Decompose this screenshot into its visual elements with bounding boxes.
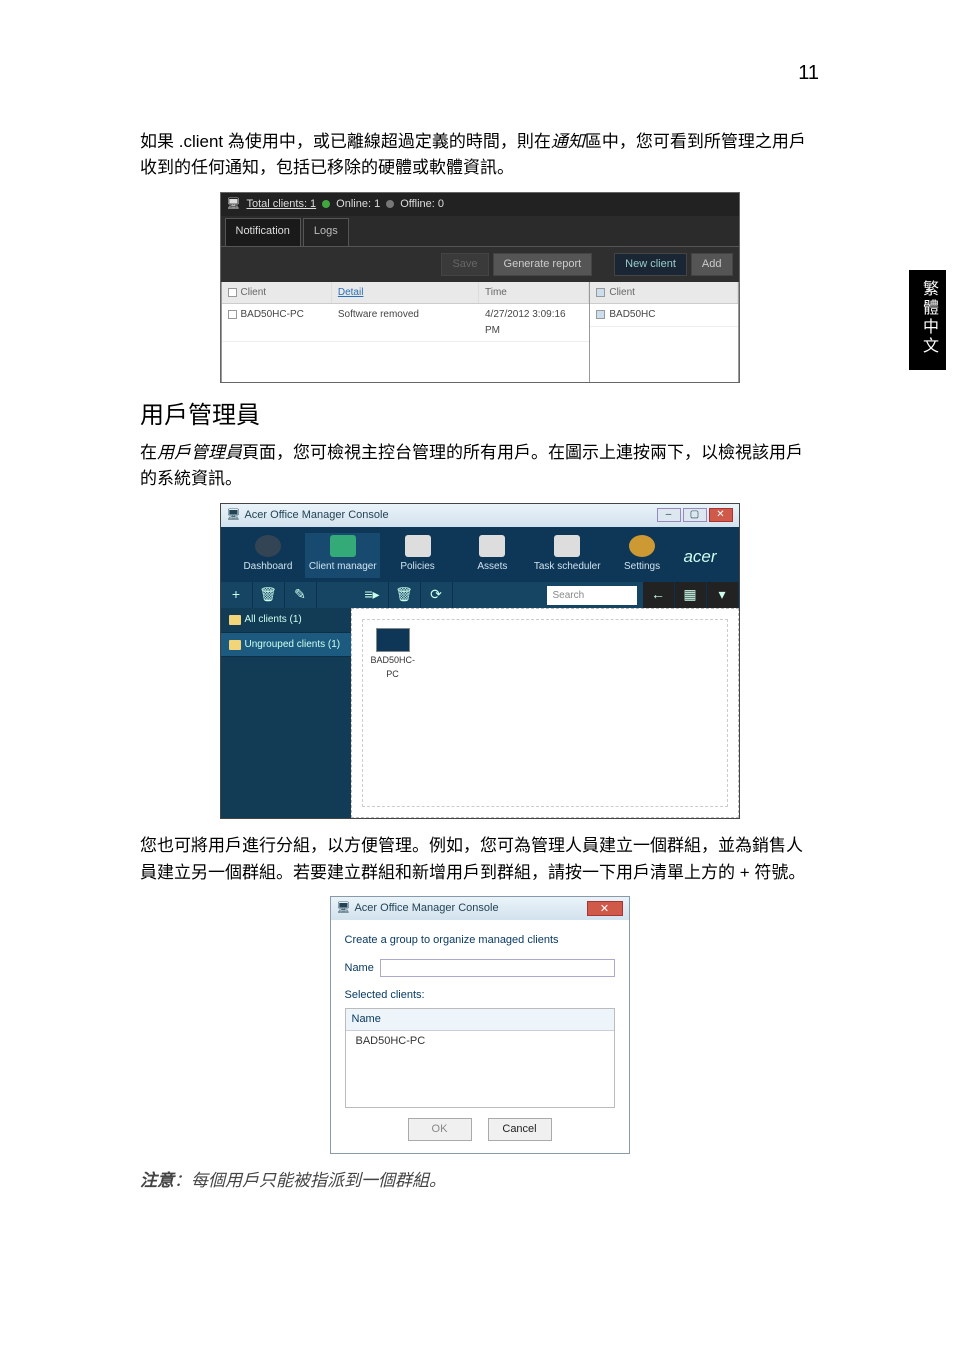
note-lead: 注意: [140, 1171, 174, 1190]
new-client-button[interactable]: New client: [614, 253, 687, 276]
side-row-checkbox[interactable]: [596, 310, 605, 319]
nav-tasksched-label: Task scheduler: [534, 561, 601, 572]
back-button[interactable]: ←: [643, 582, 675, 608]
nav-settings[interactable]: Settings: [605, 533, 680, 579]
col-detail[interactable]: Detail: [332, 282, 479, 304]
nav-assets-label: Assets: [477, 561, 507, 572]
add-group-button[interactable]: +: [221, 582, 253, 608]
app-icon: 🖥: [227, 507, 241, 524]
app-icon: 🖥: [337, 900, 351, 917]
row-detail: Software removed: [332, 304, 479, 341]
side-row-client: BAD50HC: [609, 309, 655, 320]
maximize-button[interactable]: ▢: [683, 508, 707, 522]
group-name-input[interactable]: [380, 959, 615, 977]
offline-dot-icon: [386, 200, 394, 208]
total-clients-link[interactable]: Total clients: 1: [246, 196, 316, 213]
list-item-name: BAD50HC-PC: [356, 1033, 426, 1050]
close-button[interactable]: ✕: [587, 901, 623, 916]
page-number: 11: [140, 58, 819, 89]
note-body: ：每個用戶只能被指派到一個群組。: [174, 1171, 446, 1190]
acer-logo: acer: [679, 544, 728, 578]
online-count: Online: 1: [336, 196, 380, 213]
tab-notification[interactable]: Notification: [225, 218, 301, 246]
search-input[interactable]: Search: [547, 586, 637, 606]
nav-dashboard-label: Dashboard: [243, 561, 292, 572]
dialog-heading: Create a group to organize managed clien…: [345, 932, 615, 949]
list-item[interactable]: BAD50HC-PC: [346, 1031, 614, 1052]
add-button[interactable]: Add: [691, 253, 733, 276]
col-time: Time: [479, 282, 589, 304]
monitor-icon: [376, 628, 410, 652]
dialog-title: Acer Office Manager Console: [354, 900, 498, 917]
sidebar-item-ungrouped[interactable]: Ungrouped clients (1): [221, 633, 351, 658]
para2-em: 用戶管理員: [157, 443, 242, 462]
nav-settings-label: Settings: [624, 561, 660, 572]
select-all-checkbox[interactable]: [228, 288, 237, 297]
screenshot-create-group-dialog: 🖥 Acer Office Manager Console ✕ Create a…: [330, 896, 630, 1154]
nav-assets[interactable]: Assets: [455, 533, 530, 579]
status-bar: 🖥 Total clients: 1 Online: 1 Offline: 0: [221, 193, 739, 216]
para1-em: 通知: [551, 132, 585, 151]
side-language-tab: 繁體中文: [909, 270, 946, 370]
minimize-button[interactable]: –: [657, 508, 681, 522]
folder-icon: [229, 615, 241, 625]
ok-button: OK: [408, 1118, 472, 1141]
list-col-name: Name: [352, 1013, 381, 1025]
nav-policies[interactable]: Policies: [380, 533, 455, 579]
nav-dashboard[interactable]: Dashboard: [231, 533, 306, 579]
screenshot-notification-panel: 🖥 Total clients: 1 Online: 1 Offline: 0 …: [220, 192, 740, 383]
tab-logs[interactable]: Logs: [303, 218, 349, 246]
close-button[interactable]: ✕: [709, 508, 733, 522]
list-icon[interactable]: ≡▸: [357, 582, 389, 608]
online-dot-icon: [322, 200, 330, 208]
selected-clients-label: Selected clients:: [345, 987, 615, 1004]
cancel-button[interactable]: Cancel: [488, 1118, 552, 1141]
client-item[interactable]: BAD50HC-PC: [371, 628, 415, 682]
screenshot-client-manager: 🖥 Acer Office Manager Console – ▢ ✕ Dash…: [220, 503, 740, 820]
table-row[interactable]: BAD50HC: [590, 304, 737, 327]
refresh-button[interactable]: ⟳: [421, 582, 453, 608]
folder-icon: [229, 640, 241, 650]
heading-client-manager: 用戶管理員: [140, 397, 819, 434]
save-button: Save: [441, 253, 488, 276]
delete-group-button[interactable]: 🗑: [253, 582, 285, 608]
generate-report-button[interactable]: Generate report: [493, 253, 593, 276]
sidebar-ungrouped-label: Ungrouped clients (1): [245, 637, 341, 653]
side-select-all-checkbox[interactable]: [596, 288, 605, 297]
para-grouping: 您也可將用戶進行分組，以方便管理。例如，您可為管理人員建立一個群組，並為銷售人員…: [140, 833, 819, 886]
table-row[interactable]: BAD50HC-PC Software removed 4/27/2012 3:…: [222, 304, 590, 342]
row-checkbox[interactable]: [228, 310, 237, 319]
view-dropdown-button[interactable]: ▾: [707, 582, 739, 608]
nav-task-scheduler[interactable]: Task scheduler: [530, 533, 605, 579]
sidebar-all-label: All clients (1): [245, 612, 302, 628]
edit-group-button[interactable]: ✎: [285, 582, 317, 608]
sidebar-item-all-clients[interactable]: All clients (1): [221, 608, 351, 633]
col-client: Client: [241, 287, 267, 298]
window-title: Acer Office Manager Console: [244, 507, 388, 524]
note-text: 注意：每個用戶只能被指派到一個群組。: [140, 1168, 819, 1194]
client-name: BAD50HC-PC: [371, 655, 416, 679]
para1-pre: 如果 .client 為使用中，或已離線超過定義的時間，則在: [140, 132, 551, 151]
offline-count: Offline: 0: [400, 196, 444, 213]
para-notification-intro: 如果 .client 為使用中，或已離線超過定義的時間，則在通知區中，您可看到所…: [140, 129, 819, 182]
delete-client-button[interactable]: 🗑: [389, 582, 421, 608]
nav-clientmgr-label: Client manager: [309, 561, 377, 572]
view-grid-button[interactable]: ▦: [675, 582, 707, 608]
nav-client-manager[interactable]: Client manager: [305, 533, 380, 579]
nav-policies-label: Policies: [400, 561, 434, 572]
row-time: 4/27/2012 3:09:16 PM: [479, 304, 589, 341]
para2-pre: 在: [140, 443, 157, 462]
side-col-client: Client: [609, 287, 635, 298]
para-client-manager-intro: 在用戶管理員頁面，您可檢視主控台管理的所有用戶。在圖示上連按兩下，以檢視該用戶的…: [140, 440, 819, 493]
row-client: BAD50HC-PC: [241, 309, 304, 320]
name-label: Name: [345, 960, 374, 977]
